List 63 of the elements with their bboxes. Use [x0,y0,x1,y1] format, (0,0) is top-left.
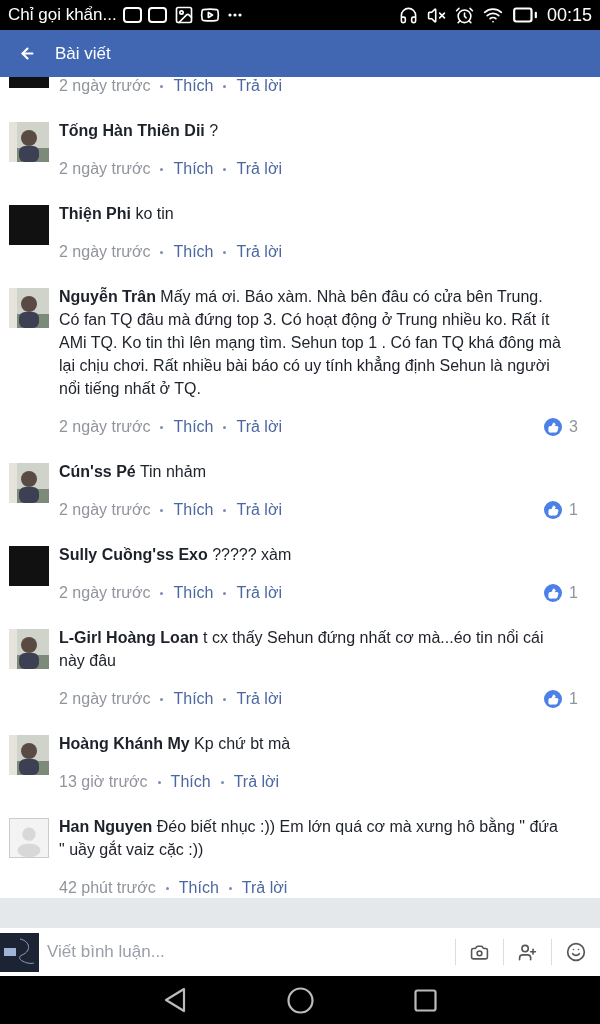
back-button[interactable] [18,44,36,63]
camera-icon[interactable] [470,942,489,962]
comment-time: 2 ngày trước [59,689,151,709]
alarm-icon [454,5,474,25]
reply-link[interactable]: Trả lời [233,770,280,794]
comment-time: 2 ngày trước [59,77,151,96]
recents-nav-icon[interactable] [414,988,437,1012]
reply-link[interactable]: Trả lời [236,157,282,181]
app-icon [147,7,167,23]
comment-time: 42 phút trước [59,878,156,898]
like-reaction-icon [544,584,563,602]
wifi-icon [482,5,503,25]
like-link[interactable]: Thích [170,770,211,794]
mute-icon [426,5,446,25]
comment-text: Cún'ss Pé Tin nhảm [59,462,207,482]
like-link[interactable]: Thích [173,687,214,711]
like-reaction-icon [544,418,563,436]
comment-text: L-Girl Hoàng Loan t cx thấy Sehun đứng nhất cơ mà...éo tin nổi cái này đâu [59,628,545,671]
comment-time: 13 giờ trước [59,772,148,792]
app-icon [122,7,142,23]
smiley-icon[interactable] [566,942,586,962]
reply-link[interactable]: Trả lời [236,415,282,439]
reaction-count[interactable]: 1 [569,581,578,605]
comment-text: Tống Hàn Thiên Dii ? [59,121,220,141]
headphones-icon [398,5,418,25]
like-link[interactable]: Thích [173,498,214,522]
reply-link[interactable]: Trả lời [236,240,282,264]
reply-link[interactable]: Trả lời [236,581,282,605]
like-link[interactable]: Thích [178,876,219,898]
comment-text: Sully Cuồng'ss Exo ????? xàm [59,545,293,565]
comment-time: 2 ngày trước [59,417,151,437]
reply-link[interactable]: Trả lời [236,77,282,98]
reaction-count[interactable]: 1 [569,498,578,522]
like-reaction-icon [544,690,563,708]
comment-text: Han Nguyen Đéo biết nhục :)) Em lớn quá cơ mà xưng hô bằng " đứa " uầy gắt vaiz cặc :)) [59,816,559,860]
clock-time: 00:15 [546,3,592,27]
reaction-count[interactable]: 3 [569,415,578,439]
add-person-icon[interactable] [518,942,537,962]
comment-time: 2 ngày trước [59,583,151,603]
comment-time: 2 ngày trước [59,242,151,262]
like-link[interactable]: Thích [173,581,214,605]
reply-link[interactable]: Trả lời [236,687,282,711]
comment-time: 2 ngày trước [59,159,151,179]
image-icon [173,5,194,25]
home-nav-icon[interactable] [287,986,314,1014]
like-link[interactable]: Thích [173,157,214,181]
reply-link[interactable]: Trả lời [241,876,288,898]
like-link[interactable]: Thích [173,240,214,264]
like-reaction-icon [544,501,563,519]
comment-text: Hoàng Khánh My Kp chứ bt mà [59,734,292,754]
comment-input[interactable]: Viết bình luận... [47,939,455,965]
like-link[interactable]: Thích [173,415,214,439]
like-link[interactable]: Thích [173,77,214,98]
more-icon [227,13,242,17]
reply-link[interactable]: Trả lời [236,498,282,522]
comment-text: Thiện Phi ko tin [59,204,175,224]
comment-text: Nguyễn Trân Mấy má ơi. Báo xàm. Nhà bên đâu có cửa bên Trung. Có fan TQ đâu mà đứng top 3. Có hoạt động ở Trung nhiều ko. Rất ít AMi TQ. Ko tin thì lên mạng tìm. Sehun top 1 . Có fan TQ khá đông mà lại chịu chơi. Rất nhiều bài báo có uy tính khẳng định Sehun là người nổi tiếng nhất ở TQ. [59,286,562,399]
page-title: Bài viết [55,42,111,65]
back-nav-icon[interactable] [163,987,187,1013]
reaction-count[interactable]: 1 [569,687,578,711]
video-icon [199,5,220,25]
notification-text: Chỉ gọi khẩn... [8,4,117,27]
comment-time: 2 ngày trước [59,500,151,520]
